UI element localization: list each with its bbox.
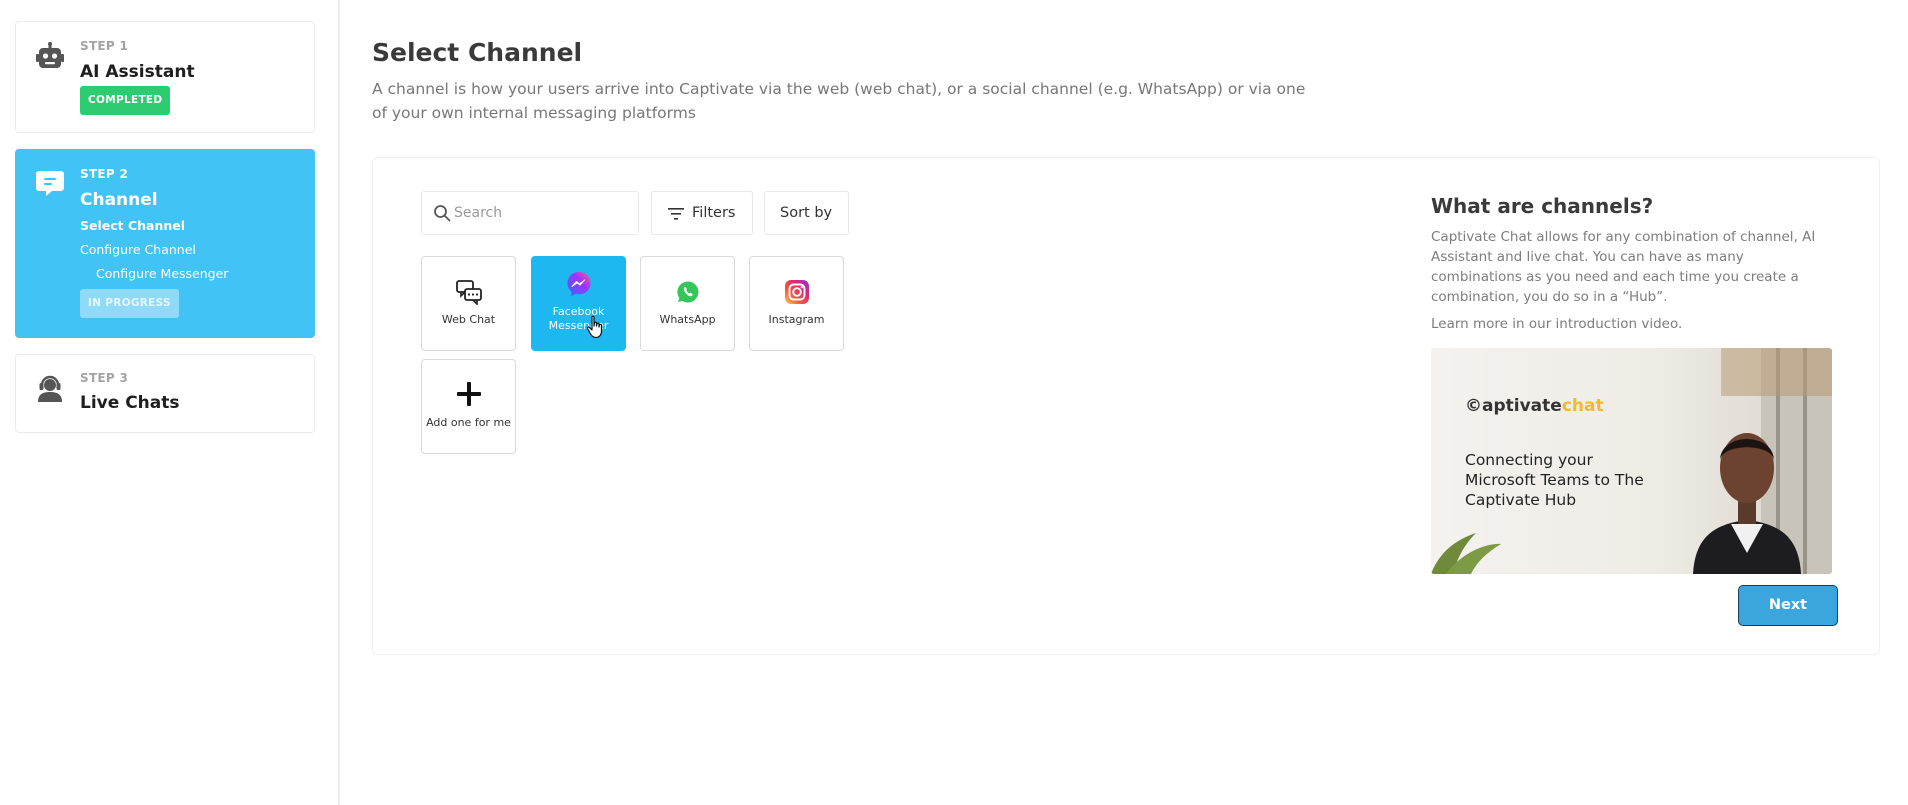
step-number: STEP 1: [80, 39, 129, 53]
info-title: What are channels?: [1431, 194, 1654, 218]
step-title: Channel: [80, 190, 158, 210]
filters-label: Filters: [692, 205, 736, 221]
filters-button[interactable]: Filters: [651, 191, 753, 235]
info-text: Captivate Chat allows for any combinatio…: [1431, 229, 1816, 305]
step-title: AI Assistant: [80, 62, 195, 82]
hand-cursor-icon: [586, 315, 603, 339]
step-title: Live Chats: [80, 393, 180, 413]
substep-configure-channel[interactable]: Configure Channel: [80, 242, 196, 257]
sort-button[interactable]: Sort by: [764, 191, 849, 235]
channel-label: Instagram: [768, 313, 825, 326]
step-card-channel[interactable]: STEP 2 Channel Select Channel Configure …: [15, 149, 315, 338]
status-badge-completed: COMPLETED: [80, 86, 171, 115]
web-chat-icon: [456, 280, 482, 305]
channel-tile-web-chat[interactable]: Web Chat: [421, 256, 516, 351]
step-card-live-chats[interactable]: STEP 3 Live Chats: [15, 354, 315, 433]
channel-tile-whatsapp[interactable]: WhatsApp: [640, 256, 735, 351]
search-input[interactable]: [454, 202, 629, 224]
sidebar: STEP 1 AI Assistant COMPLETED STEP 2 Cha…: [0, 0, 340, 805]
substep-select-channel[interactable]: Select Channel: [80, 218, 185, 233]
substep-configure-messenger[interactable]: Configure Messenger: [96, 266, 228, 281]
channel-label: Facebook Messenger: [548, 305, 609, 332]
sort-label: Sort by: [780, 205, 833, 221]
status-badge-in-progress: IN PROGRESS: [80, 289, 179, 318]
messenger-icon: [567, 272, 591, 296]
channel-tile-instagram[interactable]: Instagram: [749, 256, 844, 351]
channel-tile-add-one-for-me[interactable]: Add one for me: [421, 359, 516, 454]
step-card-ai-assistant[interactable]: STEP 1 AI Assistant COMPLETED: [15, 21, 315, 133]
video-presenter-image: [1431, 348, 1832, 574]
channel-tile-facebook-messenger[interactable]: Facebook Messenger: [531, 256, 626, 351]
headset-agent-icon: [38, 375, 62, 402]
filter-icon: [668, 208, 684, 220]
step-number: STEP 3: [80, 371, 129, 385]
channel-label: Add one for me: [426, 416, 511, 429]
channel-panel: Filters Sort by Web Chat: [372, 157, 1880, 655]
intro-video-link[interactable]: Learn more in our introduction video.: [1431, 316, 1682, 332]
intro-video-thumbnail[interactable]: ©aptivatechat Connecting your Microsoft …: [1431, 348, 1832, 574]
channel-label: Web Chat: [441, 313, 496, 326]
instagram-icon: [785, 280, 809, 304]
channel-label: WhatsApp: [659, 313, 716, 326]
plus-icon: [457, 382, 481, 406]
step-number: STEP 2: [80, 167, 129, 181]
page-description: A channel is how your users arrive into …: [372, 80, 1306, 122]
search-box[interactable]: [421, 191, 639, 235]
chat-bubble-icon: [36, 171, 64, 196]
search-icon: [434, 205, 451, 222]
next-button[interactable]: Next: [1738, 585, 1838, 626]
page-title: Select Channel: [372, 38, 583, 67]
whatsapp-icon: [677, 281, 699, 303]
robot-icon: [36, 42, 64, 68]
